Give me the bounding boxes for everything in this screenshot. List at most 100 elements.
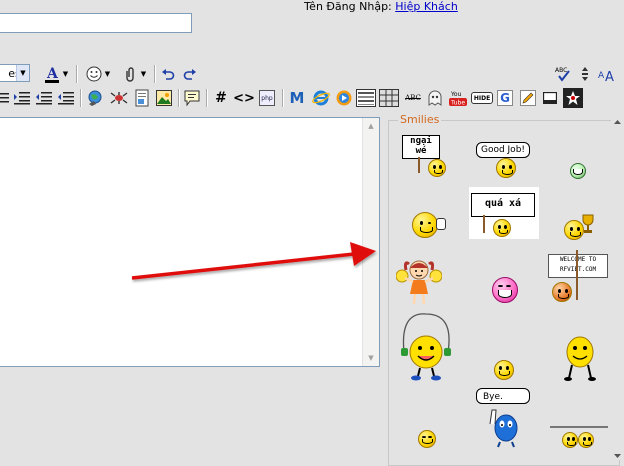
scroll-down-icon[interactable]: ▼ bbox=[364, 351, 378, 365]
media-button[interactable] bbox=[334, 87, 354, 109]
marquee-icon bbox=[356, 88, 376, 108]
quote-button[interactable] bbox=[182, 87, 202, 109]
indent-button[interactable] bbox=[12, 87, 32, 109]
welcome-line-2: RFVIET.COM bbox=[559, 266, 597, 273]
marquee-button[interactable] bbox=[355, 87, 377, 109]
svg-text:You: You bbox=[450, 91, 462, 98]
smiley-face-icon bbox=[428, 159, 446, 177]
text-size-button[interactable]: AA bbox=[597, 63, 619, 85]
redo-button[interactable] bbox=[180, 63, 200, 85]
font-color-icon: A bbox=[42, 64, 62, 84]
youtube-icon: You Tube bbox=[448, 88, 468, 108]
ghost-icon bbox=[425, 88, 445, 108]
smiley-bye[interactable]: Bye. bbox=[476, 388, 532, 448]
ie-icon bbox=[311, 88, 331, 108]
cheerleader-icon bbox=[395, 260, 443, 305]
pencil-icon bbox=[518, 88, 538, 108]
scroll-up-icon[interactable]: ▲ bbox=[364, 119, 378, 133]
spellcheck-icon: ABC bbox=[553, 64, 573, 84]
pencil-button[interactable] bbox=[518, 87, 538, 109]
code-icon: <> bbox=[233, 90, 255, 106]
gmail-button[interactable]: M bbox=[287, 87, 307, 109]
font-color-button[interactable]: A ▼ bbox=[38, 63, 72, 85]
dancing-icon bbox=[564, 336, 596, 381]
smiley-pair[interactable] bbox=[548, 418, 610, 452]
hide-icon: HIDE bbox=[471, 92, 493, 104]
font-select[interactable]: es ▼ bbox=[0, 64, 30, 82]
smiley-laugh-small[interactable] bbox=[418, 430, 438, 448]
waving-icon bbox=[489, 409, 518, 448]
gmail-icon: M bbox=[289, 89, 305, 107]
svg-text:ABC: ABC bbox=[555, 67, 567, 74]
smiley-icon bbox=[84, 64, 104, 84]
resize-button[interactable] bbox=[576, 63, 594, 85]
smiley-cheerleader[interactable] bbox=[395, 258, 443, 306]
grid-icon bbox=[379, 88, 399, 108]
youtube-button[interactable]: You Tube bbox=[447, 87, 469, 109]
abc-icon: ABC bbox=[405, 94, 421, 102]
smiley-welcome[interactable]: WELCOME TO RFVIET.COM bbox=[546, 250, 610, 304]
star-button[interactable] bbox=[562, 87, 584, 109]
smiley-face-icon bbox=[494, 360, 514, 380]
smiley-ngai-we[interactable]: ngại wé bbox=[402, 131, 452, 179]
hash-button[interactable]: # bbox=[212, 87, 230, 109]
unlink-button[interactable] bbox=[108, 87, 130, 109]
smiley-dancing[interactable] bbox=[562, 334, 598, 382]
spellcheck-button[interactable]: ABC bbox=[553, 63, 573, 85]
svg-text:Tube: Tube bbox=[450, 100, 465, 107]
smiley-face-icon bbox=[562, 432, 578, 448]
text-size-icon: AA bbox=[598, 64, 618, 84]
welcome-sign: WELCOME TO RFVIET.COM bbox=[548, 254, 608, 278]
smiley-trophy[interactable] bbox=[562, 214, 596, 240]
google-button[interactable]: G bbox=[495, 87, 515, 109]
smiley-button[interactable]: ▼ bbox=[80, 63, 114, 85]
align-icon bbox=[0, 88, 10, 108]
login-label: Tên Đăng Nhập: bbox=[304, 0, 392, 13]
box-icon bbox=[541, 88, 559, 108]
smiley-good-job[interactable]: Good Job! bbox=[476, 142, 532, 180]
outdent-button[interactable] bbox=[34, 87, 54, 109]
smiley-face-icon bbox=[412, 212, 438, 238]
abc-button[interactable]: ABC bbox=[402, 87, 424, 109]
smiley-smile-small[interactable] bbox=[494, 360, 514, 380]
link-icon bbox=[85, 88, 105, 108]
code-button[interactable]: <> bbox=[233, 87, 255, 109]
title-input[interactable] bbox=[0, 13, 192, 33]
chevron-down-icon: ▼ bbox=[16, 65, 29, 81]
ie-button[interactable] bbox=[310, 87, 332, 109]
smiley-jump-rope[interactable] bbox=[396, 310, 458, 382]
smiley-face-icon bbox=[570, 163, 586, 179]
ghost-button[interactable] bbox=[425, 87, 445, 109]
php-button[interactable]: php bbox=[257, 87, 277, 109]
attachment-button[interactable]: ▼ bbox=[116, 63, 150, 85]
align-button[interactable] bbox=[0, 87, 10, 109]
smiley-thumbs-up[interactable] bbox=[408, 210, 446, 240]
insert-page-button[interactable] bbox=[132, 87, 152, 109]
insert-image-button[interactable] bbox=[154, 87, 174, 109]
link-button[interactable] bbox=[84, 87, 106, 109]
sign-line-2: wé bbox=[415, 146, 427, 156]
box-button[interactable] bbox=[541, 87, 559, 109]
sign-line-1: ngại bbox=[410, 136, 432, 146]
smiley-face-icon bbox=[492, 277, 518, 303]
welcome-line-1: WELCOME TO bbox=[559, 256, 597, 263]
smiley-grin-small[interactable] bbox=[570, 163, 586, 179]
smiley-face-icon bbox=[418, 430, 436, 448]
undo-button[interactable] bbox=[158, 63, 178, 85]
hide-button[interactable]: HIDE bbox=[470, 87, 494, 109]
grid-button[interactable] bbox=[378, 87, 400, 109]
svg-text:A: A bbox=[605, 70, 614, 83]
toolbar-row-1: es ▼ A ▼ ▼ ▼ ABC A A bbox=[0, 63, 624, 87]
outdent-button-2[interactable] bbox=[56, 87, 76, 109]
annotation-arrow-icon bbox=[131, 242, 376, 280]
smiley-qua-xa[interactable]: quá xá bbox=[469, 187, 539, 239]
login-user-link[interactable]: Hiệp Khách bbox=[395, 0, 458, 13]
outdent-icon bbox=[56, 88, 76, 108]
login-info: Tên Đăng Nhập: Hiệp Khách bbox=[304, 0, 458, 13]
smilies-scrollbar[interactable] bbox=[611, 118, 624, 460]
bubble-bye: Bye. bbox=[476, 388, 530, 404]
svg-text:A: A bbox=[46, 66, 59, 82]
smiley-pink-laugh[interactable] bbox=[492, 277, 518, 303]
svg-text:A: A bbox=[598, 71, 605, 81]
outdent-icon bbox=[34, 88, 54, 108]
